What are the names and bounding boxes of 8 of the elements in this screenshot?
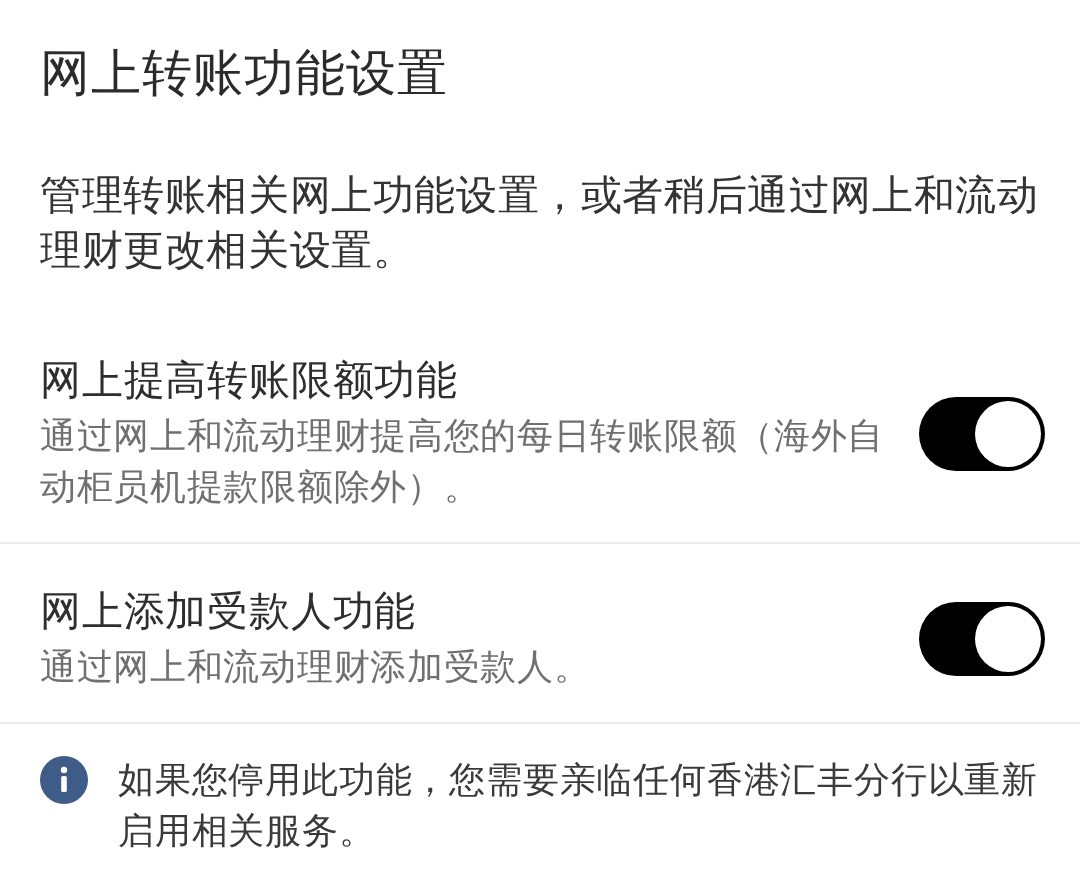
notice-text: 如果您停用此功能，您需要亲临任何香港汇丰分行以重新启用相关服务。 (118, 758, 1039, 853)
setting-description: 通过网上和流动理财添加受款人。 (40, 645, 592, 689)
setting-title: 网上添加受款人功能 (40, 586, 417, 636)
info-icon (40, 756, 88, 804)
page-description: 管理转账相关网上功能设置，或者稍后通过网上和流动理财更改相关设置。 (40, 170, 1040, 276)
setting-title: 网上提高转账限额功能 (40, 355, 458, 405)
page-title: 网上转账功能设置 (40, 43, 448, 103)
setting-description: 通过网上和流动理财提高您的每日转账限额（海外自动柜员机提款限额除外）。 (40, 414, 886, 509)
